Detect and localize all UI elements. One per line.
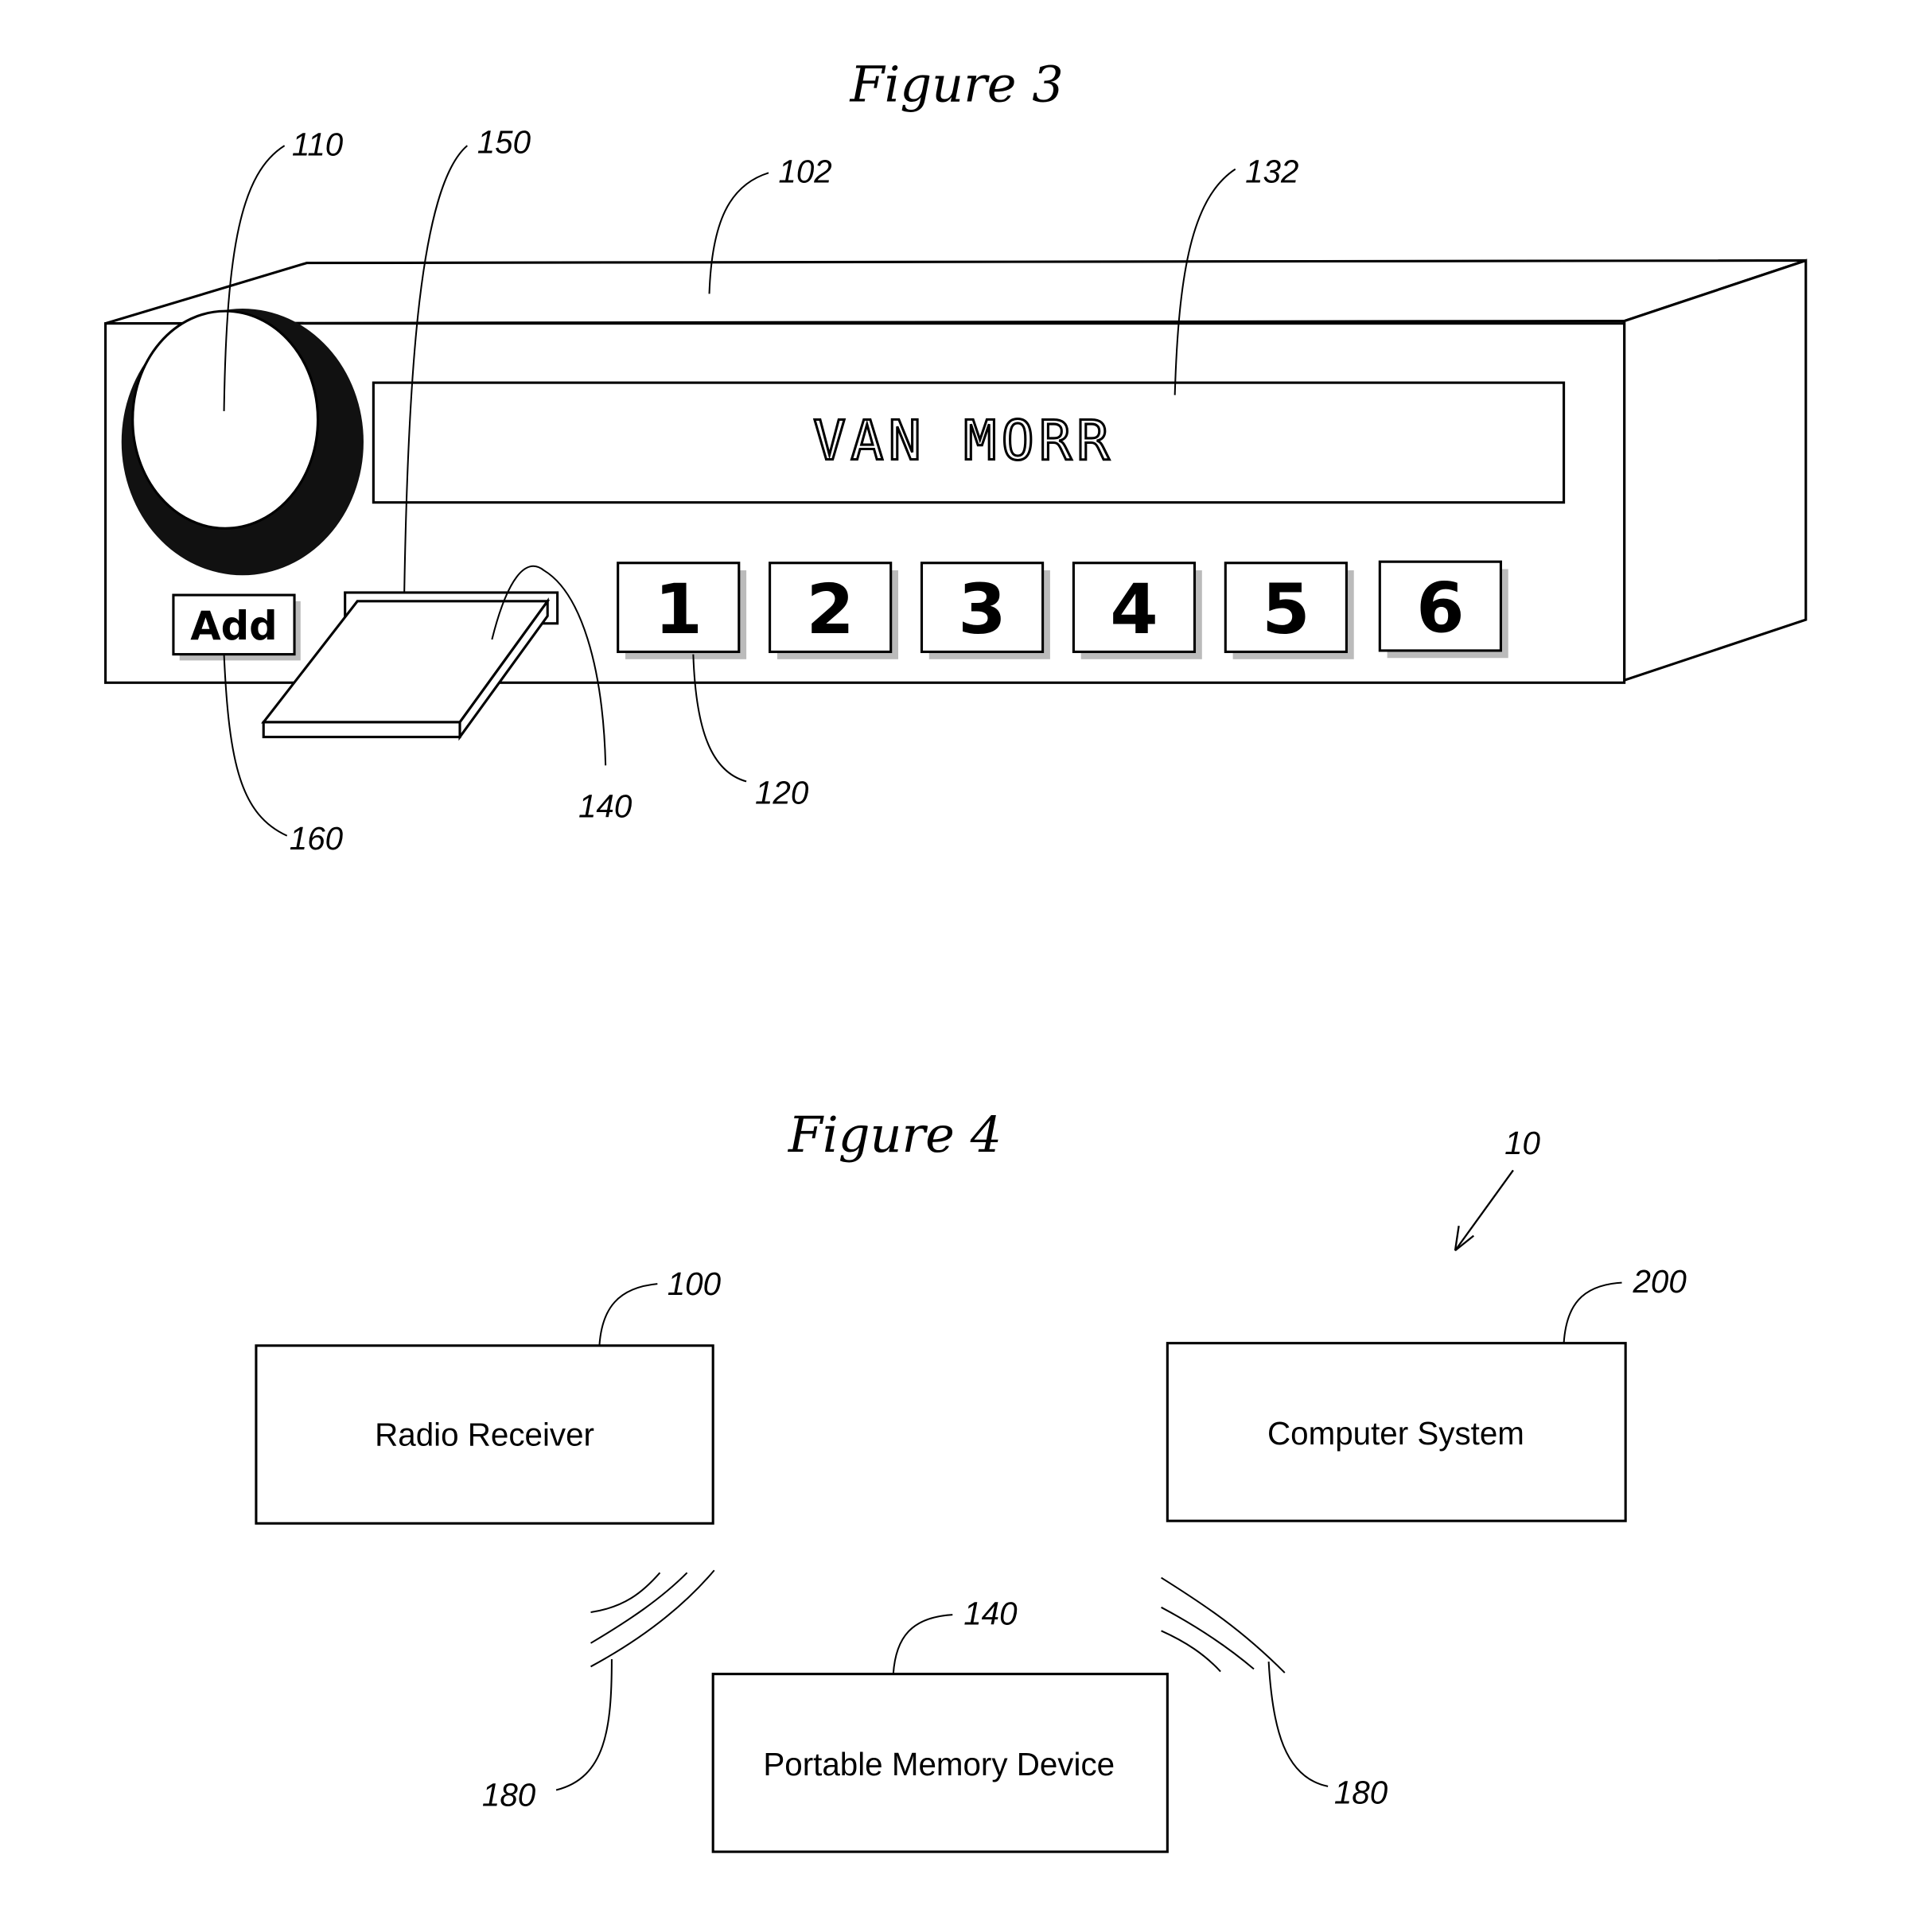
leader-line-102 [708,172,769,294]
radio-receiver-block: Radio Receiver 100 [255,1265,722,1525]
preset-button-5[interactable]: 5 [1224,562,1354,659]
preset-label: 6 [1416,569,1464,649]
radio-receiver-label: Radio Receiver [375,1416,594,1452]
preset-label: 3 [958,569,1006,650]
ref-102: 102 [778,154,831,190]
preset-button-4[interactable]: 4 [1072,562,1202,659]
preset-label: 4 [1110,569,1158,650]
ref-150: 150 [477,123,531,160]
housing-top-face [105,259,1807,325]
portable-memory-block: Portable Memory Device 140 [711,1596,1169,1853]
add-button[interactable]: Add [172,593,301,661]
wireless-signal-right-icon [1161,1576,1329,1787]
preset-label: 5 [1262,569,1310,650]
preset-button-6[interactable]: 6 [1378,560,1508,659]
ref-132: 132 [1245,154,1298,190]
patent-drawing-sheet: Figure 3 VAN MORR Add 1 2 3 4 5 6 110 15… [104,55,1808,1853]
computer-system-label: Computer System [1267,1415,1524,1452]
ref-10: 10 [1504,1125,1540,1161]
ref-140: 140 [578,787,632,824]
preset-label: 2 [806,569,854,650]
wireless-signal-left-icon [555,1569,715,1791]
system-arrow-icon [1454,1169,1514,1252]
leader-line-140-fig4 [892,1614,953,1674]
ref-200: 200 [1632,1263,1687,1300]
portable-memory-label: Portable Memory Device [763,1746,1115,1782]
leader-line-100 [598,1283,658,1346]
ref-100: 100 [668,1265,722,1302]
ref-120: 120 [755,774,809,811]
computer-system-block: Computer System 200 [1166,1263,1687,1522]
leader-line-200 [1563,1281,1622,1343]
ref-180-left: 180 [482,1777,536,1813]
ref-160: 160 [290,820,344,857]
leader-line-180-right [1267,1662,1329,1787]
leader-line-180-left [555,1658,613,1791]
display-text: VAN MORR [813,410,1115,472]
preset-button-1[interactable]: 1 [617,562,747,659]
figure-3: Figure 3 VAN MORR Add 1 2 3 4 5 6 110 15… [104,55,1808,857]
ref-180-right: 180 [1334,1775,1388,1811]
figure-4-title: Figure 4 [788,1106,1002,1164]
figure-4: Figure 4 10 Radio Receiver 100 Computer … [255,1106,1687,1853]
memory-card-edge-front [262,721,461,739]
figure-3-title: Figure 3 [849,55,1063,113]
ref-140-fig4: 140 [963,1596,1018,1632]
preset-button-3[interactable]: 3 [920,562,1050,659]
housing-side-face [1623,259,1808,682]
volume-knob[interactable] [121,309,364,576]
preset-label: 1 [654,569,702,650]
preset-button-2[interactable]: 2 [769,562,899,659]
ref-110: 110 [292,126,344,163]
add-button-label: Add [190,603,278,649]
knob-face [131,309,320,530]
